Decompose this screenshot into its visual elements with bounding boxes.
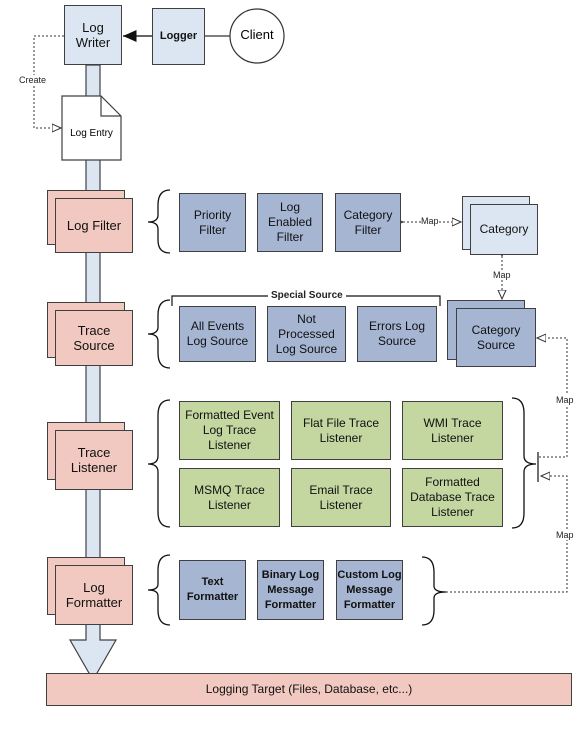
- map-label: Map: [421, 216, 439, 226]
- msmq-trace-listener: MSMQ Trace Listener: [179, 468, 280, 527]
- map-label: Map: [493, 270, 511, 280]
- create-label: Create: [19, 75, 47, 85]
- email-trace-listener: Email Trace Listener: [291, 468, 391, 527]
- priority-filter: Priority Filter: [179, 193, 246, 252]
- category-filter: Category Filter: [335, 193, 401, 252]
- not-processed-log-source: Not Processed Log Source: [267, 306, 346, 362]
- log-entry: Log Entry: [70, 128, 113, 139]
- formatted-event-log-trace-listener: Formatted Event Log Trace Listener: [179, 401, 280, 460]
- category: Category: [470, 204, 538, 255]
- binary-log-message-formatter: Binary Log Message Formatter: [257, 560, 324, 620]
- all-events-log-source: All Events Log Source: [179, 306, 256, 362]
- category-source: Category Source: [456, 308, 536, 367]
- special-source-label: Special Source: [268, 290, 346, 301]
- client: Client: [240, 27, 274, 42]
- errors-log-source: Errors Log Source: [357, 306, 437, 362]
- log-filter-stage: Log Filter: [55, 198, 133, 253]
- connectors: [33, 8, 568, 682]
- map-label: Map: [556, 530, 574, 540]
- log-writer: Log Writer: [64, 5, 122, 65]
- wmi-trace-listener: WMI Trace Listener: [402, 401, 503, 460]
- map-label: Map: [556, 395, 574, 405]
- logging-target: Logging Target (Files, Database, etc...): [46, 673, 572, 706]
- trace-source-stage: Trace Source: [55, 310, 133, 366]
- log-enabled-filter: Log Enabled Filter: [257, 193, 323, 252]
- logger: Logger: [152, 8, 205, 65]
- flat-file-trace-listener: Flat File Trace Listener: [291, 401, 391, 460]
- log-formatter-stage: Log Formatter: [55, 565, 133, 625]
- custom-log-message-formatter: Custom Log Message Formatter: [336, 560, 403, 620]
- formatted-database-trace-listener: Formatted Database Trace Listener: [402, 468, 503, 527]
- trace-listener-stage: Trace Listener: [55, 430, 133, 490]
- text-formatter: Text Formatter: [179, 560, 246, 620]
